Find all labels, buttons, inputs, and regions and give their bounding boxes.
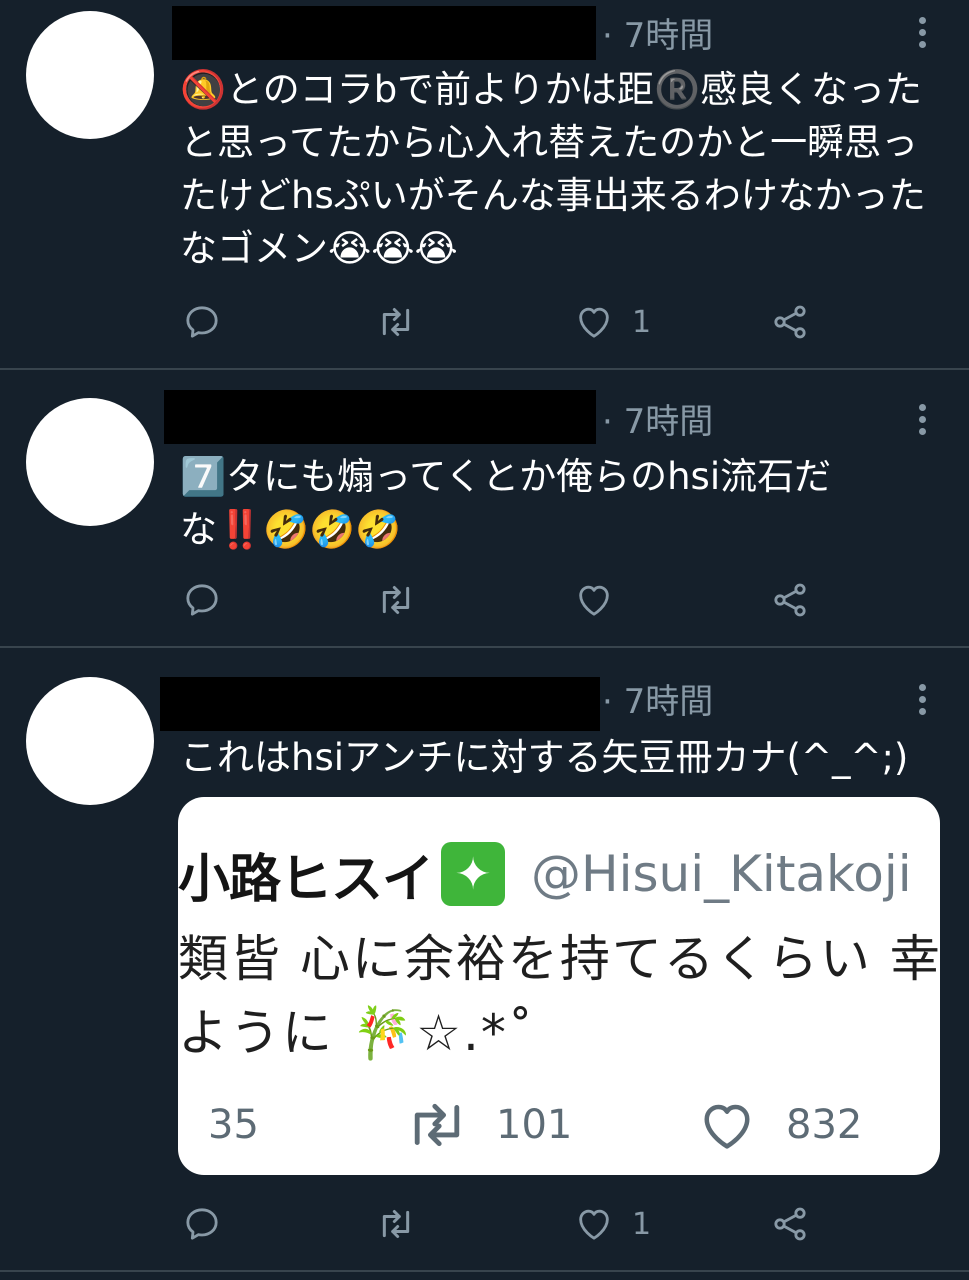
tweet-actions [180, 578, 880, 622]
reply-button[interactable] [182, 578, 240, 622]
retweet-button[interactable] [376, 578, 434, 622]
quoted-stats: 35 101 832 [178, 1097, 940, 1153]
share-button[interactable] [770, 1202, 810, 1246]
quoted-reply-stat: 35 [208, 1097, 259, 1153]
tweet-actions: 1 [180, 1202, 880, 1246]
like-button[interactable]: 1 [574, 1202, 651, 1246]
quoted-display-name: 小路ヒスイ [178, 849, 434, 910]
retweet-icon [382, 586, 410, 614]
embedded-screenshot-card[interactable]: 小路ヒスイ ✦ @Hisui_Kitakoji 類皆 心に余裕を持てるくらい 幸… [178, 797, 940, 1175]
reply-icon [186, 306, 218, 338]
reply-button[interactable] [182, 300, 240, 344]
retweet-icon [382, 308, 410, 336]
like-button[interactable] [574, 578, 632, 622]
quoted-retweet-count: 101 [496, 1102, 573, 1148]
tweet-text: 7️⃣タにも煽ってくとか俺らのhsi流石だな‼️🤣🤣🤣 [180, 455, 832, 551]
share-icon [774, 305, 806, 339]
like-count: 1 [632, 1206, 652, 1242]
retweet-button[interactable] [376, 1202, 434, 1246]
quoted-like-stat: 832 [694, 1097, 862, 1153]
tweet-actions: 1 [180, 300, 880, 344]
like-button[interactable]: 1 [574, 300, 651, 344]
tweet-1[interactable]: · 7時間 🔕とのコラbで前よりかは距®️感良くなったと思ってたから心入れ替えた… [0, 0, 969, 370]
retweet-icon [382, 1210, 410, 1238]
quoted-text-line: 類皆 心に余裕を持てるくらい 幸 [178, 930, 940, 988]
quoted-retweet-stat: 101 [404, 1097, 572, 1153]
redacted-username [172, 6, 596, 60]
like-icon [704, 1104, 750, 1149]
retweet-icon [414, 1103, 460, 1147]
share-icon [774, 1207, 806, 1241]
quoted-handle: @Hisui_Kitakoji [531, 845, 912, 903]
quoted-reply-count: 35 [208, 1102, 259, 1148]
share-icon [774, 583, 806, 617]
tweet-text: これはhsiアンチに対する矢豆冊カナ(^_^;) [180, 736, 909, 779]
reply-icon [186, 1208, 218, 1240]
reply-icon [186, 584, 218, 616]
retweet-button[interactable] [376, 300, 434, 344]
like-icon [579, 585, 609, 616]
more-icon[interactable] [912, 17, 932, 53]
tweet-timestamp[interactable]: · 7時間 [602, 682, 713, 722]
avatar[interactable] [26, 677, 154, 805]
more-icon[interactable] [912, 684, 932, 720]
redacted-username [164, 390, 596, 444]
share-button[interactable] [770, 578, 810, 622]
like-icon [579, 1209, 609, 1240]
avatar[interactable] [26, 398, 154, 526]
quoted-like-count: 832 [786, 1102, 863, 1148]
more-icon[interactable] [912, 404, 932, 440]
tweet-text: 🔕とのコラbで前よりかは距®️感良くなったと思ってたから心入れ替えたのかと一瞬思… [180, 68, 926, 270]
like-icon [579, 307, 609, 338]
sparkle-icon: ✦ [441, 842, 506, 906]
share-button[interactable] [770, 300, 810, 344]
quoted-header: 小路ヒスイ ✦ @Hisui_Kitakoji [178, 841, 912, 910]
tweet-timestamp[interactable]: · 7時間 [602, 402, 713, 442]
reply-button[interactable] [182, 1202, 240, 1246]
quoted-text-line: ように 🎋☆.*˚ [178, 1004, 535, 1062]
redacted-username [160, 677, 600, 731]
like-count: 1 [632, 304, 652, 340]
avatar[interactable] [26, 11, 154, 139]
tweet-timestamp[interactable]: · 7時間 [602, 16, 713, 56]
tweet-2[interactable]: · 7時間 7️⃣タにも煽ってくとか俺らのhsi流石だな‼️🤣🤣🤣 [0, 370, 969, 648]
